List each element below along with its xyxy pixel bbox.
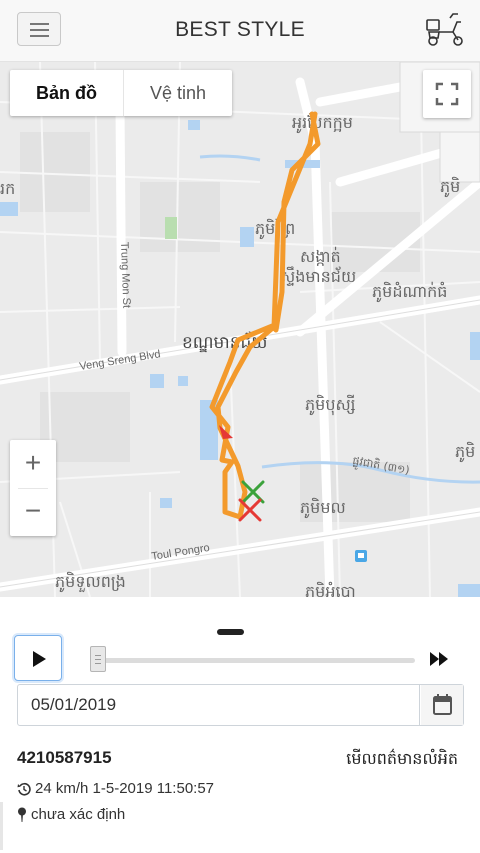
playback-slider-thumb[interactable] (90, 646, 107, 672)
playback-panel: 05/01/2019 4210587915 មើលពត៌មានលំអិត 24 … (0, 597, 480, 853)
fullscreen-icon (435, 82, 459, 106)
fast-forward-icon[interactable] (428, 650, 450, 668)
map-label-trung-mon: Trung Mon St (118, 242, 132, 309)
map-label-place-3: សង្កាត់ (300, 246, 341, 266)
zoom-control: + − (10, 440, 56, 536)
map-label-place-7: ភូមិបុស្សី (305, 394, 356, 416)
speed-info: 24 km/h 1-5-2019 11:50:57 (17, 780, 214, 797)
history-icon (17, 782, 31, 796)
calendar-icon (433, 694, 452, 715)
map-label-place-12: ភូមិ (455, 441, 475, 463)
map-label-place-10: ភូមិទួលពង្រ (55, 571, 126, 593)
map-pin-icon (18, 807, 26, 822)
speed-text: 24 km/h 1-5-2019 11:50:57 (35, 780, 215, 797)
location-info: chưa xác định (17, 806, 125, 823)
zoom-in-button[interactable]: + (10, 440, 56, 488)
map-type-map[interactable]: Bản đồ (10, 70, 124, 116)
map-label-place-14: រក (0, 179, 15, 198)
zoom-out-button[interactable]: − (10, 488, 56, 536)
playback-slider[interactable] (92, 658, 415, 663)
fullscreen-button[interactable] (423, 70, 471, 118)
device-details-link[interactable]: មើលពត៌មានលំអិត (346, 748, 458, 772)
scooter-icon[interactable] (424, 10, 466, 48)
location-text: chưa xác định (31, 806, 126, 823)
map-label-place-4: ស្ទឹងមានជ័យ (280, 266, 356, 286)
route-map[interactable]: Trung Mon St Veng Sreng Blvd Toul Pongro… (0, 62, 480, 597)
map-type-switcher: Bản đồ Vệ tinh (10, 70, 233, 116)
map-label-place-1: អូរបែកក្អម (292, 113, 353, 134)
page-title: BEST STYLE (175, 18, 305, 41)
map-label-place-13: ភូមិអំបោ (305, 581, 356, 597)
play-icon (33, 651, 46, 667)
map-label-place-9: ភូមិមល (300, 497, 346, 519)
device-id: 4210587915 (17, 748, 112, 767)
map-type-satellite[interactable]: Vệ tinh (124, 70, 232, 116)
map-canvas: Trung Mon St Veng Sreng Blvd Toul Pongro… (0, 62, 480, 597)
app-header: BEST STYLE (0, 0, 480, 62)
date-input[interactable]: 05/01/2019 (18, 685, 420, 725)
play-button[interactable] (14, 635, 62, 681)
drag-handle[interactable] (217, 629, 244, 635)
map-label-place-5: ភូមិដំណាក់ធំ (372, 281, 447, 303)
date-picker: 05/01/2019 (17, 684, 464, 726)
map-label-place-11: ភូមិ (440, 176, 460, 198)
calendar-button[interactable] (421, 685, 463, 725)
